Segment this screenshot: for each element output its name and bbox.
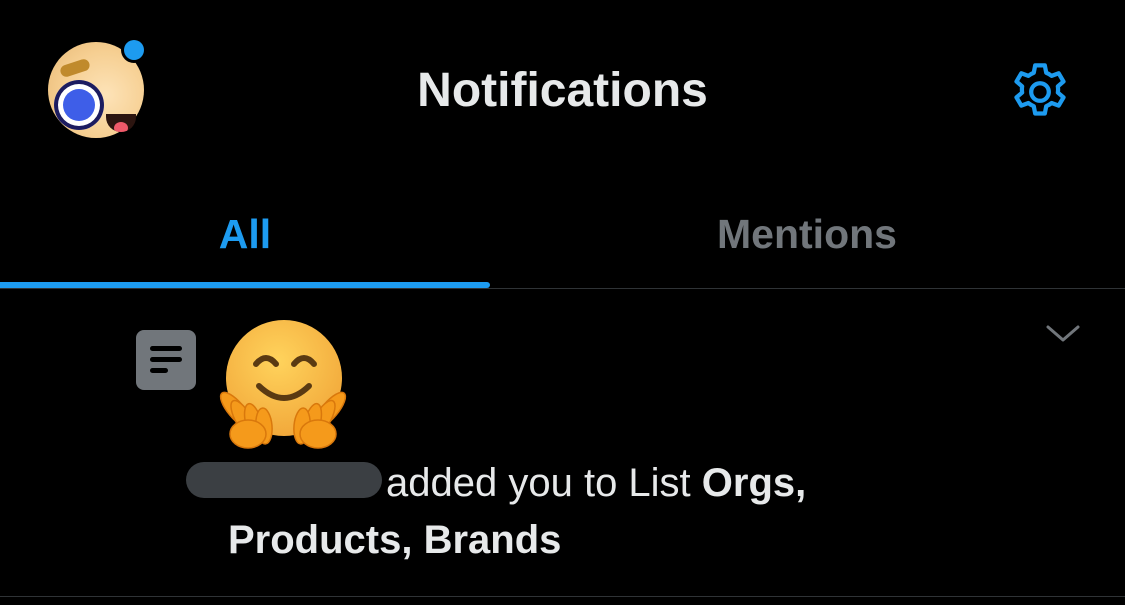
page-title: Notifications bbox=[417, 64, 708, 117]
gear-icon[interactable] bbox=[1006, 58, 1074, 126]
chevron-down-icon[interactable] bbox=[1044, 320, 1082, 346]
notification-text: added you to List Orgs, Products, Brands bbox=[228, 455, 988, 569]
notifications-screen: Notifications All Mentions added you to … bbox=[0, 0, 1125, 605]
tab-mentions[interactable]: Mentions bbox=[562, 180, 1052, 288]
notification-action-text: added you to List bbox=[386, 461, 702, 505]
unread-indicator-dot bbox=[124, 40, 144, 60]
hugging-face-icon[interactable] bbox=[214, 318, 352, 454]
notification-divider bbox=[0, 596, 1125, 597]
tab-bar: All Mentions bbox=[0, 180, 1125, 288]
tab-all[interactable]: All bbox=[0, 180, 490, 288]
list-icon bbox=[136, 330, 196, 390]
tab-divider bbox=[0, 288, 1125, 289]
top-bar: Notifications bbox=[0, 0, 1125, 180]
